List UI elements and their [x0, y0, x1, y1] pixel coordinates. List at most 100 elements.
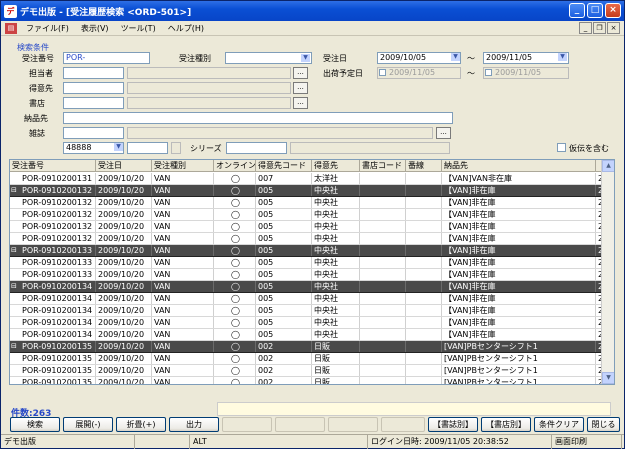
- customer-lookup-button[interactable]: ...: [293, 82, 308, 94]
- ship-date-from-checkbox[interactable]: [379, 69, 386, 76]
- magazine-lookup-button[interactable]: ...: [436, 127, 451, 139]
- store-lookup-button[interactable]: ...: [293, 97, 308, 109]
- cell-order-type: VAN: [152, 305, 214, 316]
- table-row[interactable]: POR-0910200132 2009/10/20 VAN ◯ 005 中央社 【VAN]非…: [10, 233, 602, 245]
- menu-tools[interactable]: ツール(T): [115, 23, 162, 34]
- group-row[interactable]: ⊟ POR-0910200132 2009/10/20 VAN ◯ 005 中央社 【VAN]…: [10, 185, 602, 197]
- expand-button[interactable]: 展開(-): [63, 417, 113, 432]
- magazine-sub-input[interactable]: [127, 142, 168, 154]
- cell-store-code: [360, 221, 406, 232]
- by-store-button[interactable]: 【書店別】: [481, 417, 531, 432]
- order-no-label: 受注番号: [22, 54, 54, 63]
- table-row[interactable]: POR-0910200131 2009/10/20 VAN ◯ 007 太洋社 【VAN]V…: [10, 173, 602, 185]
- cell-store-code: [360, 233, 406, 244]
- table-row[interactable]: POR-0910200133 2009/10/20 VAN ◯ 005 中央社 【VAN]非…: [10, 257, 602, 269]
- scroll-down-icon[interactable]: ▼: [602, 372, 614, 384]
- status-app: デモ出版: [1, 435, 135, 449]
- table-row[interactable]: POR-0910200132 2009/10/20 VAN ◯ 005 中央社 【VAN]非…: [10, 197, 602, 209]
- collapse-icon[interactable]: ⊟: [11, 341, 17, 352]
- collapse-button[interactable]: 折畳(+): [116, 417, 166, 432]
- ship-date-to-checkbox[interactable]: [485, 69, 492, 76]
- group-row[interactable]: ⊟ POR-0910200134 2009/10/20 VAN ◯ 005 中央社 【VAN]…: [10, 281, 602, 293]
- by-magazine-button[interactable]: 【書誌別】: [428, 417, 478, 432]
- group-row[interactable]: ⊟ POR-0910200135 2009/10/20 VAN ◯ 002 日販 [VAN]P…: [10, 341, 602, 353]
- col-header-store-code[interactable]: 書店コード: [360, 160, 406, 172]
- table-row[interactable]: POR-0910200134 2009/10/20 VAN ◯ 005 中央社 【VAN]非…: [10, 329, 602, 341]
- menu-file[interactable]: ファイル(F): [20, 23, 75, 34]
- series-code-input[interactable]: [226, 142, 287, 154]
- cell-delivery: 【VAN]非在庫: [442, 221, 596, 232]
- scroll-up-icon[interactable]: ▲: [602, 160, 614, 172]
- close-icon[interactable]: ×: [605, 3, 621, 18]
- col-header-route[interactable]: 番線: [406, 160, 442, 172]
- staff-lookup-button[interactable]: ...: [293, 67, 308, 79]
- cell-route: [406, 269, 442, 280]
- child-restore-icon[interactable]: ❐: [593, 22, 606, 34]
- cell-order-date: 2009/10/20: [96, 365, 152, 376]
- staff-name-field: [127, 67, 291, 79]
- ship-date-from[interactable]: 2009/11/05: [377, 67, 461, 79]
- table-row[interactable]: POR-0910200134 2009/10/20 VAN ◯ 005 中央社 【VAN]非…: [10, 293, 602, 305]
- col-header-order-no[interactable]: 受注番号: [10, 160, 96, 172]
- table-row[interactable]: POR-0910200132 2009/10/20 VAN ◯ 005 中央社 【VAN]非…: [10, 221, 602, 233]
- cell-delivery: 【VAN]非在庫: [442, 209, 596, 220]
- cell-order-type: VAN: [152, 329, 214, 340]
- store-code-input[interactable]: [63, 97, 124, 109]
- table-row[interactable]: POR-0910200133 2009/10/20 VAN ◯ 005 中央社 【VAN]非…: [10, 269, 602, 281]
- clear-button[interactable]: 条件クリア: [534, 417, 584, 432]
- maximize-icon[interactable]: □: [587, 3, 603, 18]
- child-close-icon[interactable]: ×: [607, 22, 620, 34]
- ship-date-to[interactable]: 2009/11/05: [483, 67, 569, 79]
- col-header-online[interactable]: オンライン: [214, 160, 256, 172]
- order-no-input[interactable]: POR-: [63, 52, 150, 64]
- cell-delivery: 【VAN]非在庫: [442, 329, 596, 340]
- output-button[interactable]: 出力: [169, 417, 219, 432]
- col-header-customer[interactable]: 得意先: [312, 160, 360, 172]
- col-header-order-type[interactable]: 受注種別: [152, 160, 214, 172]
- table-row[interactable]: POR-0910200134 2009/10/20 VAN ◯ 005 中央社 【VAN]非…: [10, 317, 602, 329]
- col-header-order-date[interactable]: 受注日: [96, 160, 152, 172]
- status-bar: デモ出版 ALT ログイン日時: 2009/11/05 20:38:52 画面印…: [1, 434, 624, 449]
- table-row[interactable]: POR-0910200134 2009/10/20 VAN ◯ 005 中央社 【VAN]非…: [10, 305, 602, 317]
- table-row[interactable]: POR-0910200135 2009/10/20 VAN ◯ 002 日販 [VAN]PB…: [10, 365, 602, 377]
- collapse-icon[interactable]: ⊟: [11, 281, 17, 292]
- search-button[interactable]: 検索: [10, 417, 60, 432]
- title-bar[interactable]: デ デモ出版 - [受注履歴検索 <ORD-501>] _ □ ×: [1, 1, 624, 21]
- customer-code-input[interactable]: [63, 82, 124, 94]
- cell-store-code: [360, 245, 406, 256]
- ship-date-label: 出荷予定日: [323, 69, 363, 78]
- col-header-customer-code[interactable]: 得意先コード: [256, 160, 312, 172]
- menu-view[interactable]: 表示(V): [75, 23, 115, 34]
- table-row[interactable]: POR-0910200132 2009/10/20 VAN ◯ 005 中央社 【VAN]非…: [10, 209, 602, 221]
- provisional-checkbox[interactable]: [557, 143, 566, 152]
- child-minimize-icon[interactable]: _: [579, 22, 592, 34]
- staff-code-input[interactable]: [63, 67, 124, 79]
- cell-customer-code: 002: [256, 353, 312, 364]
- magazine-code-input[interactable]: [63, 127, 124, 139]
- menu-help[interactable]: ヘルプ(H): [162, 23, 210, 34]
- collapse-icon[interactable]: ⊟: [11, 185, 17, 196]
- chevron-down-icon[interactable]: ▼: [558, 53, 567, 61]
- table-row[interactable]: POR-0910200135 2009/10/20 VAN ◯ 002 日販 [VAN]PB…: [10, 353, 602, 365]
- collapse-icon[interactable]: ⊟: [11, 245, 17, 256]
- delivery-input[interactable]: [63, 112, 453, 124]
- minimize-icon[interactable]: _: [569, 3, 585, 18]
- document-icon[interactable]: ▤: [5, 22, 17, 34]
- cell-customer: 中央社: [312, 233, 360, 244]
- chevron-down-icon[interactable]: ▼: [114, 143, 123, 151]
- col-header-delivery[interactable]: 納品先: [442, 160, 596, 172]
- order-date-from[interactable]: 2009/10/05: [377, 52, 461, 64]
- status-print[interactable]: 画面印刷: [552, 435, 622, 449]
- vertical-scrollbar[interactable]: ▲ ▼: [601, 160, 614, 384]
- chevron-down-icon[interactable]: ▼: [451, 53, 460, 61]
- table-row[interactable]: POR-0910200135 2009/10/20 VAN ◯ 002 日販 [VAN]PB…: [10, 377, 602, 384]
- close-button[interactable]: 閉じる: [587, 417, 620, 432]
- group-row[interactable]: ⊟ POR-0910200133 2009/10/20 VAN ◯ 005 中央社 【VAN]…: [10, 245, 602, 257]
- cell-order-no: POR-0910200133: [10, 257, 96, 268]
- results-grid[interactable]: 受注番号 受注日 受注種別 オンライン 得意先コード 得意先 書店コード 番線 納品先 POR-…: [9, 159, 615, 385]
- order-date-to[interactable]: 2009/11/05: [483, 52, 569, 64]
- chevron-down-icon[interactable]: ▼: [301, 54, 310, 62]
- cell-store-code: [360, 341, 406, 352]
- order-type-select[interactable]: ▼: [225, 52, 312, 64]
- status-mode: ALT: [190, 435, 368, 449]
